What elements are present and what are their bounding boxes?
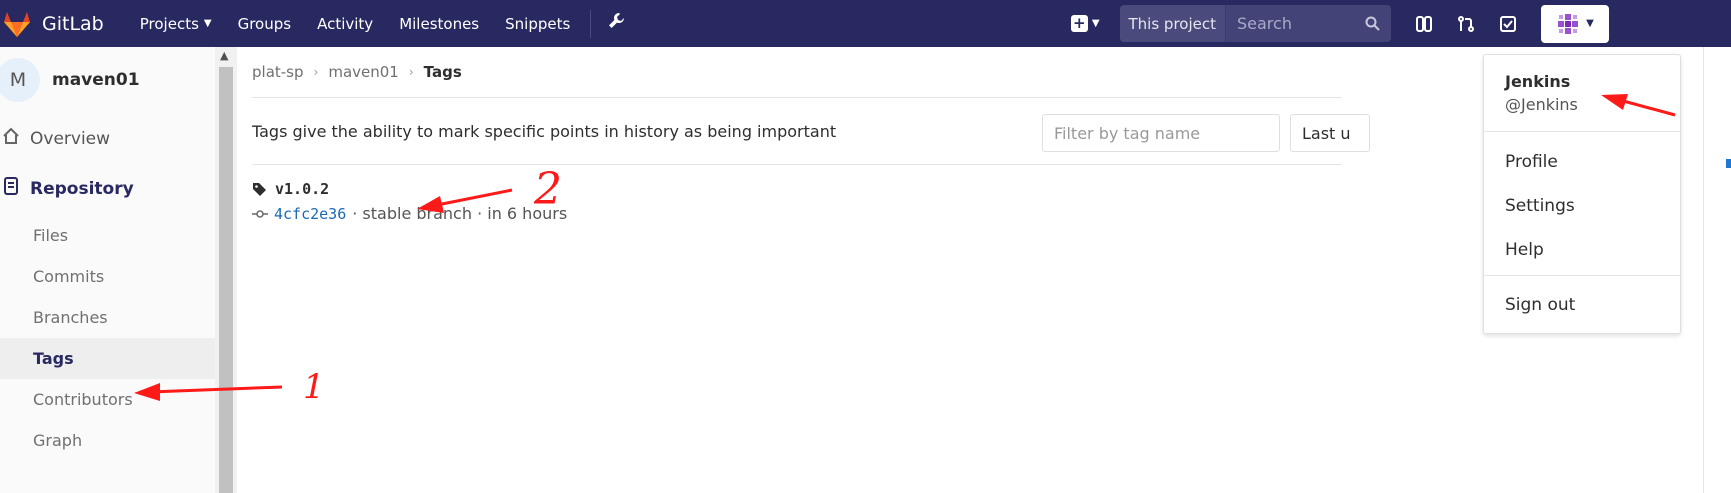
commit-icon	[252, 209, 268, 218]
nav-snippets[interactable]: Snippets	[505, 15, 570, 33]
main-nav: Projects ▼ Groups Activity Milestones Sni…	[140, 0, 626, 47]
gitlab-tanuki-icon	[4, 11, 30, 37]
brand-name: GitLab	[42, 12, 104, 35]
nav-groups-label: Groups	[237, 14, 292, 33]
nav-projects[interactable]: Projects ▼	[140, 15, 212, 33]
nav-snippets-label: Snippets	[505, 14, 571, 33]
nav-milestones-label: Milestones	[399, 14, 480, 33]
filter-tag-input[interactable]: Filter by tag name	[1042, 114, 1280, 152]
sidebar-subitem-contributors[interactable]: Contributors	[0, 379, 215, 420]
sidebar-content: M maven01 Overview Repository Files Comm…	[0, 47, 215, 493]
chevron-right-icon: ›	[408, 65, 414, 79]
sidebar-subitem-tags[interactable]: Tags	[0, 338, 215, 379]
dropdown-user-handle: @Jenkins	[1505, 95, 1578, 114]
todo-check-icon[interactable]	[1499, 15, 1517, 33]
search-placeholder: Search	[1237, 14, 1292, 33]
project-sidebar: M maven01 Overview Repository Files Comm…	[0, 47, 237, 493]
avatar	[1556, 11, 1581, 36]
project-name: maven01	[52, 70, 140, 90]
doc-icon	[2, 177, 26, 200]
gitlab-logo-link[interactable]: GitLab	[0, 0, 104, 47]
tag-meta-text: · stable branch · in 6 hours	[352, 204, 568, 223]
dropdown-item-sign-out[interactable]: Sign out	[1484, 276, 1680, 334]
sort-dropdown-label: Last u	[1302, 123, 1351, 143]
breadcrumb-group[interactable]: plat-sp	[252, 63, 304, 81]
top-navbar: GitLab Projects ▼ Groups Activity Milesto…	[0, 0, 1731, 47]
sidebar-scrollbar-thumb[interactable]	[219, 67, 233, 493]
tag-icon	[253, 182, 266, 196]
dropdown-user-header: Jenkins @Jenkins	[1484, 55, 1680, 132]
sidebar-subitem-branches[interactable]: Branches	[0, 297, 215, 338]
dropdown-item-profile[interactable]: Profile	[1484, 140, 1680, 184]
annotation-number-1: 1	[303, 367, 325, 407]
tag-name[interactable]: v1.0.2	[275, 180, 329, 198]
user-dropdown-menu: Jenkins @Jenkins Profile Settings Help S…	[1483, 54, 1681, 334]
dropdown-user-name: Jenkins	[1505, 72, 1571, 91]
commit-sha-link[interactable]: 4cfc2e36	[274, 205, 346, 223]
sidebar-subitem-commits[interactable]: Commits	[0, 256, 215, 297]
merge-request-icon[interactable]	[1457, 15, 1475, 33]
filter-tag-placeholder: Filter by tag name	[1054, 123, 1201, 143]
project-header[interactable]: M maven01	[0, 47, 215, 113]
chevron-down-icon: ▼	[1586, 18, 1594, 29]
chevron-down-icon: ▼	[203, 18, 212, 29]
sidebar-subitem-graph[interactable]: Graph	[0, 420, 215, 461]
home-icon	[2, 127, 26, 150]
new-item-dropdown[interactable]: + ▼	[1070, 15, 1100, 32]
nav-activity[interactable]: Activity	[317, 15, 373, 33]
breadcrumb-current[interactable]: Tags	[424, 63, 462, 81]
chevron-down-icon: ▼	[1091, 18, 1100, 29]
nav-groups[interactable]: Groups	[238, 15, 291, 33]
tags-description: Tags give the ability to mark specific p…	[252, 121, 837, 141]
scroll-up-arrow-icon[interactable]: ▲	[220, 49, 228, 62]
plus-icon: +	[1070, 15, 1088, 32]
project-avatar: M	[0, 58, 40, 102]
tag-meta: 4cfc2e36 · stable branch · in 6 hours	[252, 204, 1344, 223]
sidebar-item-overview[interactable]: Overview	[0, 116, 215, 161]
sidebar-item-repository-label: Repository	[30, 178, 134, 199]
dropdown-list: Profile Settings Help	[1484, 132, 1680, 276]
right-nav: + ▼ This project Search ▼	[1070, 0, 1731, 47]
search-box[interactable]: This project Search	[1119, 5, 1391, 42]
nav-milestones[interactable]: Milestones	[399, 15, 479, 33]
nav-projects-label: Projects	[139, 14, 199, 33]
breadcrumb-project[interactable]: maven01	[328, 63, 399, 81]
tags-info-row: Tags give the ability to mark specific p…	[252, 98, 1370, 165]
dropdown-item-settings[interactable]: Settings	[1484, 184, 1680, 228]
chevron-right-icon: ›	[313, 65, 319, 79]
tag-list-item: v1.0.2 4cfc2e36 · stable branch · in 6 h…	[252, 165, 1344, 223]
dropdown-item-help[interactable]: Help	[1484, 228, 1680, 272]
todo-sidebar-icon[interactable]	[1415, 15, 1433, 33]
user-avatar-dropdown[interactable]: ▼	[1541, 4, 1609, 43]
tag-title[interactable]: v1.0.2	[252, 180, 1344, 198]
nav-activity-label: Activity	[317, 14, 374, 33]
main-content: plat-sp › maven01 › Tags Tags give the a…	[252, 47, 1370, 223]
sort-dropdown[interactable]: Last u	[1290, 114, 1370, 152]
search-input[interactable]: Search	[1226, 5, 1391, 42]
search-icon	[1365, 16, 1380, 31]
scrollbar-marker	[1726, 159, 1731, 168]
sidebar-scrollbar[interactable]: ▲	[215, 47, 237, 493]
wrench-icon[interactable]	[607, 12, 625, 35]
search-scope-label[interactable]: This project	[1119, 5, 1226, 42]
sidebar-subitem-files[interactable]: Files	[0, 215, 215, 256]
breadcrumb: plat-sp › maven01 › Tags	[252, 47, 1342, 98]
page-scrollbar[interactable]	[1703, 47, 1731, 493]
nav-divider	[590, 9, 592, 38]
sidebar-item-repository[interactable]: Repository	[0, 166, 215, 211]
sidebar-item-overview-label: Overview	[30, 128, 111, 149]
